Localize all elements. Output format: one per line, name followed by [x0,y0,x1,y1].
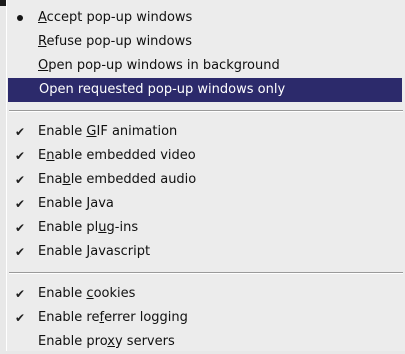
menu-item-enable-embedded-audio[interactable]: ✔ Enable embedded audio [7,168,405,192]
popup-options-group: Accept pop-up windows Refuse pop-up windo… [7,6,405,102]
menu-item-enable-proxy-servers[interactable]: Enable proxy servers [7,330,405,354]
menu-item-label: Accept pop-up windows [38,10,193,25]
menu-item-enable-gif-animation[interactable]: ✔ Enable GIF animation [7,120,405,144]
checkmark-icon: ✔ [14,125,26,139]
menu-item-label: Enable plug-ins [38,220,139,235]
menu-item-label: Refuse pop-up windows [38,34,193,49]
menu-item-enable-java[interactable]: ✔ Enable Java [7,192,405,216]
network-options-group: ✔ Enable cookies ✔ Enable referrer logging E… [7,282,405,354]
checkmark-icon: ✔ [14,245,26,259]
menu-item-enable-plug-ins[interactable]: ✔ Enable plug-ins [7,216,405,240]
menu-item-label: Enable cookies [38,286,136,301]
menu-item-enable-javascript[interactable]: ✔ Enable Javascript [7,240,405,264]
mnemonic-key: A [38,10,47,25]
menu-item-label: Open requested pop-up windows only [39,82,286,97]
mnemonic-key: c [86,286,94,301]
menu-item-label: Enable embedded audio [38,172,197,187]
menu-separator [9,272,403,274]
menu-item-label: Enable referrer logging [38,310,188,325]
checkmark-icon: ✔ [14,149,26,163]
menu-item-label: Enable proxy servers [38,334,175,349]
menu-item-mark [7,330,33,354]
menu-item-refuse-pop-up-windows[interactable]: Refuse pop-up windows [7,30,405,54]
menu-item-label: Enable GIF animation [38,124,178,139]
menu-separator [9,110,403,112]
menu-item-label: Enable embedded video [38,148,196,163]
checkmark-icon: ✔ [14,197,26,211]
context-menu: Accept pop-up windows Refuse pop-up windo… [6,0,405,351]
mnemonic-key: x [107,334,115,349]
checkmark-icon: ✔ [14,221,26,235]
mnemonic-key: b [62,172,71,187]
mnemonic-key: u [98,220,107,235]
checkmark-icon: ✔ [14,173,26,187]
menu-item-label: Open pop-up windows in background [38,58,280,73]
mnemonic-key: O [38,58,49,73]
menu-item-mark [7,30,33,54]
checkmark-icon: ✔ [14,287,26,301]
menu-item-enable-embedded-video[interactable]: ✔ Enable embedded video [7,144,405,168]
menu-item-open-pop-up-windows-in-background[interactable]: Open pop-up windows in background [7,54,405,78]
menu-item-label: Enable Javascript [38,244,151,259]
radio-bullet-icon [7,6,33,30]
menu-item-mark [7,54,33,78]
menu-item-open-requested-pop-up-windows-only[interactable]: Open requested pop-up windows only [8,78,402,102]
mnemonic-key: G [86,124,97,139]
content-features-group: ✔ Enable GIF animation ✔ Enable embedded vi… [7,120,405,264]
menu-item-mark [8,78,34,102]
menu-item-accept-pop-up-windows[interactable]: Accept pop-up windows [7,6,405,30]
menu-item-enable-referrer-logging[interactable]: ✔ Enable referrer logging [7,306,405,330]
menu-item-label: Enable Java [38,196,114,211]
menu-item-enable-cookies[interactable]: ✔ Enable cookies [7,282,405,306]
checkmark-icon: ✔ [14,311,26,325]
